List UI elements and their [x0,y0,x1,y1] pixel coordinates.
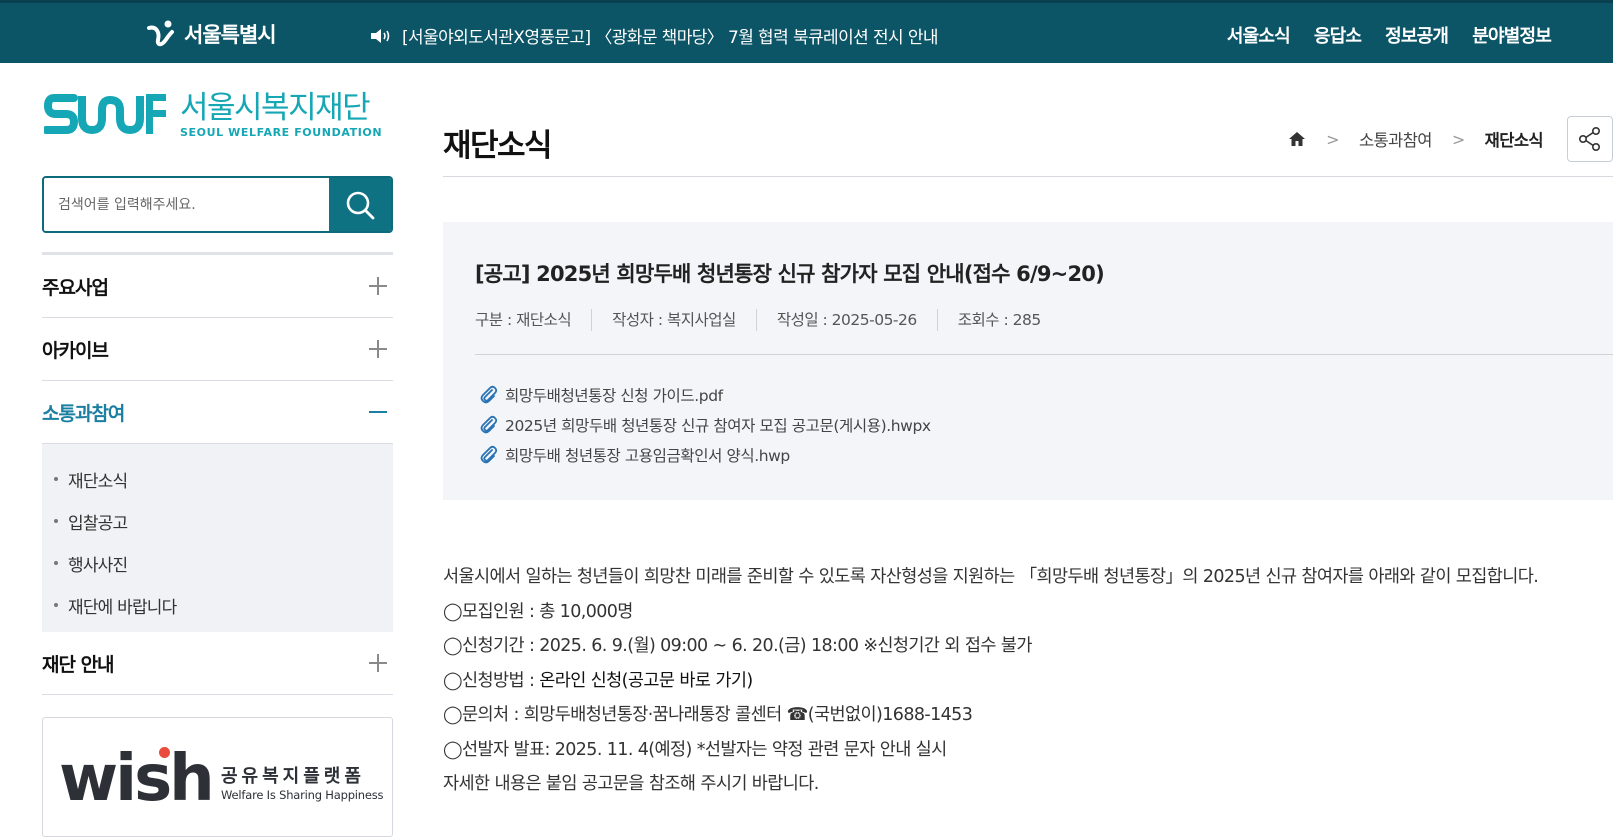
left-nav: 주요사업 아카이브 소통과참여 재단소식 입찰공고 행사사진 재단에 바랍니다 … [42,252,393,695]
plus-icon[interactable] [369,654,387,672]
body-apply-period: ◯신청기간 : 2025. 6. 9.(월) 09:00 ~ 6. 20.(금)… [443,636,1032,656]
lnb-item-label: 주요사업 [42,276,109,299]
wish-logo-word: wish [59,742,215,816]
post-title: [공고] 2025년 희망두배 청년통장 신규 참가자 모집 안내(접수 6/9… [475,262,1105,286]
chevron-right-icon: > [1326,129,1339,149]
submenu-item-suggestions[interactable]: 재단에 바랍니다 [54,584,393,626]
search-box [42,176,393,233]
wish-tagline-en: Welfare Is Sharing Happiness [221,788,384,802]
submenu-item-event-photos[interactable]: 행사사진 [54,542,393,584]
post-meta: 구분 : 재단소식 작성자 : 복지사업실 작성일 : 2025-05-26 조… [475,309,1061,331]
seoul-logo-icon [147,20,174,47]
share-icon [1578,126,1601,151]
breadcrumb: > 소통과참여 > 재단소식 [1288,127,1544,151]
lnb-submenu: 재단소식 입찰공고 행사사진 재단에 바랍니다 [42,444,393,632]
submenu-label: 재단소식 [68,471,128,492]
attachment-name[interactable]: 희망두배청년통장 신청 가이드.pdf [505,384,723,406]
apply-method-label: ◯신청방법 : [443,670,540,691]
speaker-icon [371,28,390,43]
divider [475,354,1613,355]
paperclip-icon [480,445,498,464]
lnb-item-label: 아카이브 [42,339,109,362]
lnb-item-label: 재단 안내 [42,653,115,676]
submenu-item-foundation-news[interactable]: 재단소식 [54,458,393,500]
breadcrumb-current[interactable]: 재단소식 [1485,127,1544,151]
meta-category: 구분 : 재단소식 [475,311,572,329]
meta-date: 작성일 : 2025-05-26 [755,309,937,331]
lnb-item-major-projects[interactable]: 주요사업 [42,255,393,318]
post-header: [공고] 2025년 희망두배 청년통장 신규 참가자 모집 안내(접수 6/9… [443,222,1613,500]
meta-author: 작성자 : 복지사업실 [591,309,756,331]
wish-title-ko: 공유복지플랫폼 [221,766,365,787]
attachment-item[interactable]: 희망두배청년통장 신청 가이드.pdf [479,380,931,410]
page-title: 재단소식 [443,128,553,164]
body-apply-method: ◯신청방법 : 온라인 신청(공고문 바로 가기) [443,664,1538,699]
bullet-icon [54,519,58,523]
attachment-name[interactable]: 2025년 희망두배 청년통장 신규 참여자 모집 공고문(게시용).hwpx [505,414,931,436]
attachment-item[interactable]: 희망두배 청년통장 고용임금확인서 양식.hwp [479,440,931,470]
plus-icon[interactable] [369,277,387,295]
foundation-name-en: SEOUL WELFARE FOUNDATION [180,126,383,139]
seoul-logo-text: 서울특별시 [184,23,277,47]
seoul-city-logo[interactable]: 서울특별시 [146,17,277,51]
lnb-item-about[interactable]: 재단 안내 [42,632,393,695]
submenu-label: 행사사진 [68,555,128,576]
lnb-item-label: 소통과참여 [42,402,125,425]
wish-logo-dot [159,747,170,758]
bullet-icon [54,603,58,607]
wish-banner[interactable]: wish 공유복지플랫폼 Welfare Is Sharing Happines… [42,717,393,837]
share-button[interactable] [1567,116,1613,162]
chevron-right-icon: > [1451,129,1465,149]
search-input[interactable] [44,178,329,231]
submenu-label: 입찰공고 [68,513,128,534]
divider [443,176,1613,177]
home-icon[interactable] [1288,130,1306,148]
post-body: 서울시에서 일하는 청년들이 희망찬 미래를 준비할 수 있도록 자산형성을 지… [443,560,1539,802]
plus-icon[interactable] [369,340,387,358]
online-apply-link[interactable]: 온라인 신청(공고문 바로 가기) [539,671,753,691]
search-icon [346,191,375,219]
body-recruit-count: ◯모집인원 : 총 10,000명 [443,601,633,622]
lnb-item-archive[interactable]: 아카이브 [42,318,393,381]
submenu-label: 재단에 바랍니다 [68,597,177,618]
attachment-list: 희망두배청년통장 신청 가이드.pdf 2025년 희망두배 청년통장 신규 참… [479,380,931,470]
search-button[interactable] [329,178,391,231]
body-intro: 서울시에서 일하는 청년들이 희망찬 미래를 준비할 수 있도록 자산형성을 지… [443,567,1539,587]
paperclip-icon [480,415,498,434]
body-announcement: ◯선발자 발표: 2025. 11. 4(예정) *선발자는 약정 관련 문자 … [443,739,947,760]
minus-icon[interactable] [369,403,387,421]
submenu-item-bid-notice[interactable]: 입찰공고 [54,500,393,542]
lnb-item-communication[interactable]: 소통과참여 [42,381,393,444]
foundation-name-ko: 서울시복지재단 [180,90,371,126]
body-footnote: 자세한 내용은 붙임 공고문을 참조해 주시기 바랍니다. [443,774,819,794]
body-contact: ◯문의처 : 희망두배청년통장·꿈나래통장 콜센터 ☎(국번없이)1688-14… [443,705,973,725]
bullet-icon [54,477,58,481]
attachment-name[interactable]: 희망두배 청년통장 고용임금확인서 양식.hwp [505,444,790,466]
main-content: 재단소식 > 소통과참여 > 재단소식 [공고] 2025년 희망두배 청년통장… [443,0,1613,823]
paperclip-icon [480,385,498,404]
foundation-logo[interactable]: 서울시복지재단 SEOUL WELFARE FOUNDATION [44,92,382,139]
attachment-item[interactable]: 2025년 희망두배 청년통장 신규 참여자 모집 공고문(게시용).hwpx [479,410,931,440]
bullet-icon [54,561,58,565]
breadcrumb-item[interactable]: 소통과참여 [1359,127,1433,151]
meta-views: 조회수 : 285 [936,309,1061,331]
swf-logo-icon [44,94,166,135]
